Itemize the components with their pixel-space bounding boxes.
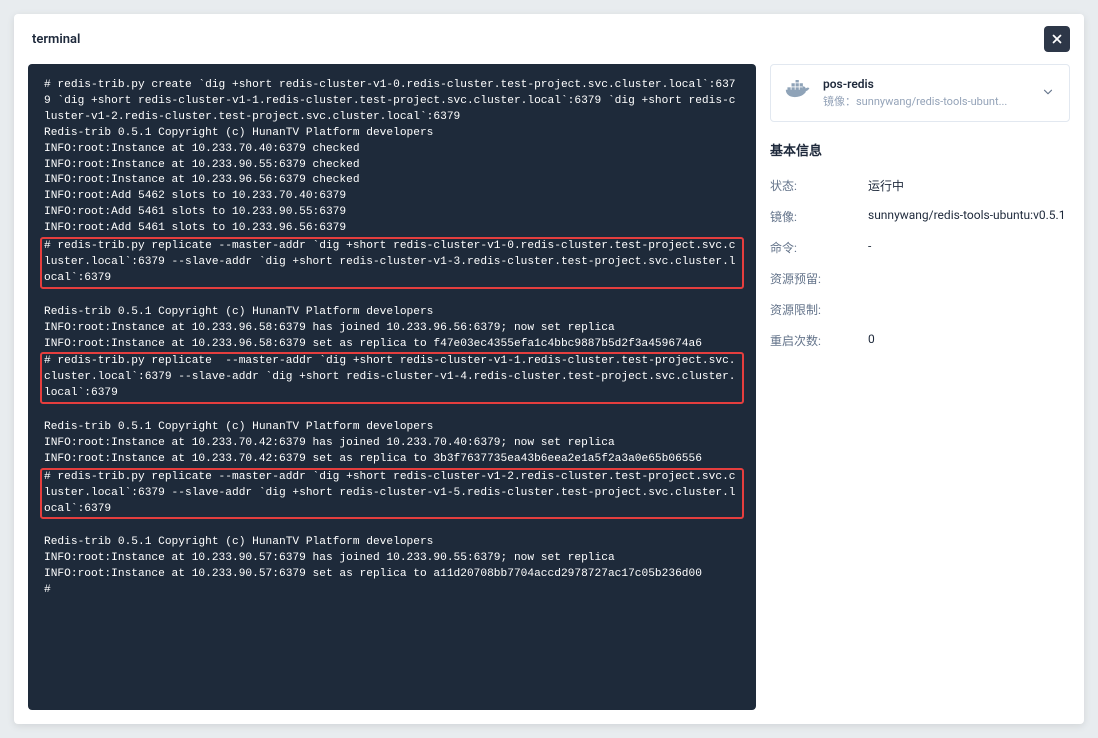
close-button[interactable] (1044, 26, 1070, 52)
info-value: 0 (868, 332, 1070, 349)
terminal-line: INFO:root:Add 5462 slots to 10.233.70.40… (44, 190, 346, 202)
terminal-line: # redis-trib.py create `dig +short redis… (44, 79, 736, 123)
modal-body: # redis-trib.py create `dig +short redis… (14, 64, 1084, 724)
terminal-line: INFO:root:Instance at 10.233.90.57:6379 … (44, 568, 702, 580)
terminal-line: Redis-trib 0.5.1 Copyright (c) HunanTV P… (44, 421, 433, 433)
docker-icon (785, 80, 811, 106)
terminal-line: Redis-trib 0.5.1 Copyright (c) HunanTV P… (44, 306, 433, 318)
container-subtitle: 镜像：sunnywang/redis-tools-ubunt... (823, 93, 1029, 109)
terminal-output: # redis-trib.py create `dig +short redis… (44, 78, 740, 599)
info-section-title: 基本信息 (770, 140, 1070, 159)
terminal-line: INFO:root:Add 5461 slots to 10.233.96.56… (44, 222, 346, 234)
container-card[interactable]: pos-redis 镜像：sunnywang/redis-tools-ubunt… (770, 64, 1070, 122)
info-row: 资源限制: (770, 301, 1070, 318)
terminal-line: Redis-trib 0.5.1 Copyright (c) HunanTV P… (44, 127, 433, 139)
terminal-line: # redis-trib.py replicate --master-addr … (40, 468, 744, 520)
terminal-line: # redis-trib.py replicate --master-addr … (40, 352, 744, 404)
terminal-line: INFO:root:Add 5461 slots to 10.233.90.55… (44, 206, 346, 218)
terminal-line: # redis-trib.py replicate --master-addr … (40, 237, 744, 289)
terminal-pane[interactable]: # redis-trib.py create `dig +short redis… (28, 64, 756, 710)
info-label: 命令: (770, 239, 856, 256)
info-value: 运行中 (868, 177, 1070, 194)
info-value (868, 301, 1070, 318)
container-text: pos-redis 镜像：sunnywang/redis-tools-ubunt… (823, 77, 1029, 109)
terminal-line: INFO:root:Instance at 10.233.90.55:6379 … (44, 159, 360, 171)
terminal-line: INFO:root:Instance at 10.233.70.42:6379 … (44, 437, 615, 449)
terminal-line: Redis-trib 0.5.1 Copyright (c) HunanTV P… (44, 536, 433, 548)
info-row: 镜像: sunnywang/redis-tools-ubuntu:v0.5.1 (770, 208, 1070, 225)
terminal-line: INFO:root:Instance at 10.233.96.58:6379 … (44, 322, 615, 334)
info-label: 重启次数: (770, 332, 856, 349)
terminal-line: INFO:root:Instance at 10.233.96.56:6379 … (44, 174, 360, 186)
info-row: 命令:- (770, 239, 1070, 256)
container-name: pos-redis (823, 77, 1029, 91)
info-label: 镜像: (770, 208, 856, 225)
info-value (868, 270, 1070, 287)
chevron-down-icon (1041, 84, 1055, 103)
terminal-line: INFO:root:Instance at 10.233.70.42:6379 … (44, 453, 702, 465)
info-row: 状态: 运行中 (770, 177, 1070, 194)
terminal-line: # (44, 584, 51, 596)
info-row: 资源预留: (770, 270, 1070, 287)
terminal-line: INFO:root:Instance at 10.233.70.40:6379 … (44, 143, 360, 155)
info-value: - (868, 239, 1070, 256)
info-label: 资源预留: (770, 270, 856, 287)
info-row: 重启次数: 0 (770, 332, 1070, 349)
terminal-line: INFO:root:Instance at 10.233.96.58:6379 … (44, 338, 702, 350)
modal-header: terminal (14, 14, 1084, 64)
close-icon (1050, 32, 1064, 46)
info-label: 资源限制: (770, 301, 856, 318)
info-rows: 状态: 运行中镜像: sunnywang/redis-tools-ubuntu:v0… (770, 177, 1070, 349)
info-value: sunnywang/redis-tools-ubuntu:v0.5.1 (868, 208, 1070, 225)
terminal-modal: terminal # redis-trib.py create `dig +sh… (14, 14, 1084, 724)
info-label: 状态: (770, 177, 856, 194)
terminal-line: INFO:root:Instance at 10.233.90.57:6379 … (44, 552, 615, 564)
side-panel: pos-redis 镜像：sunnywang/redis-tools-ubunt… (770, 64, 1070, 710)
modal-title: terminal (32, 32, 80, 47)
